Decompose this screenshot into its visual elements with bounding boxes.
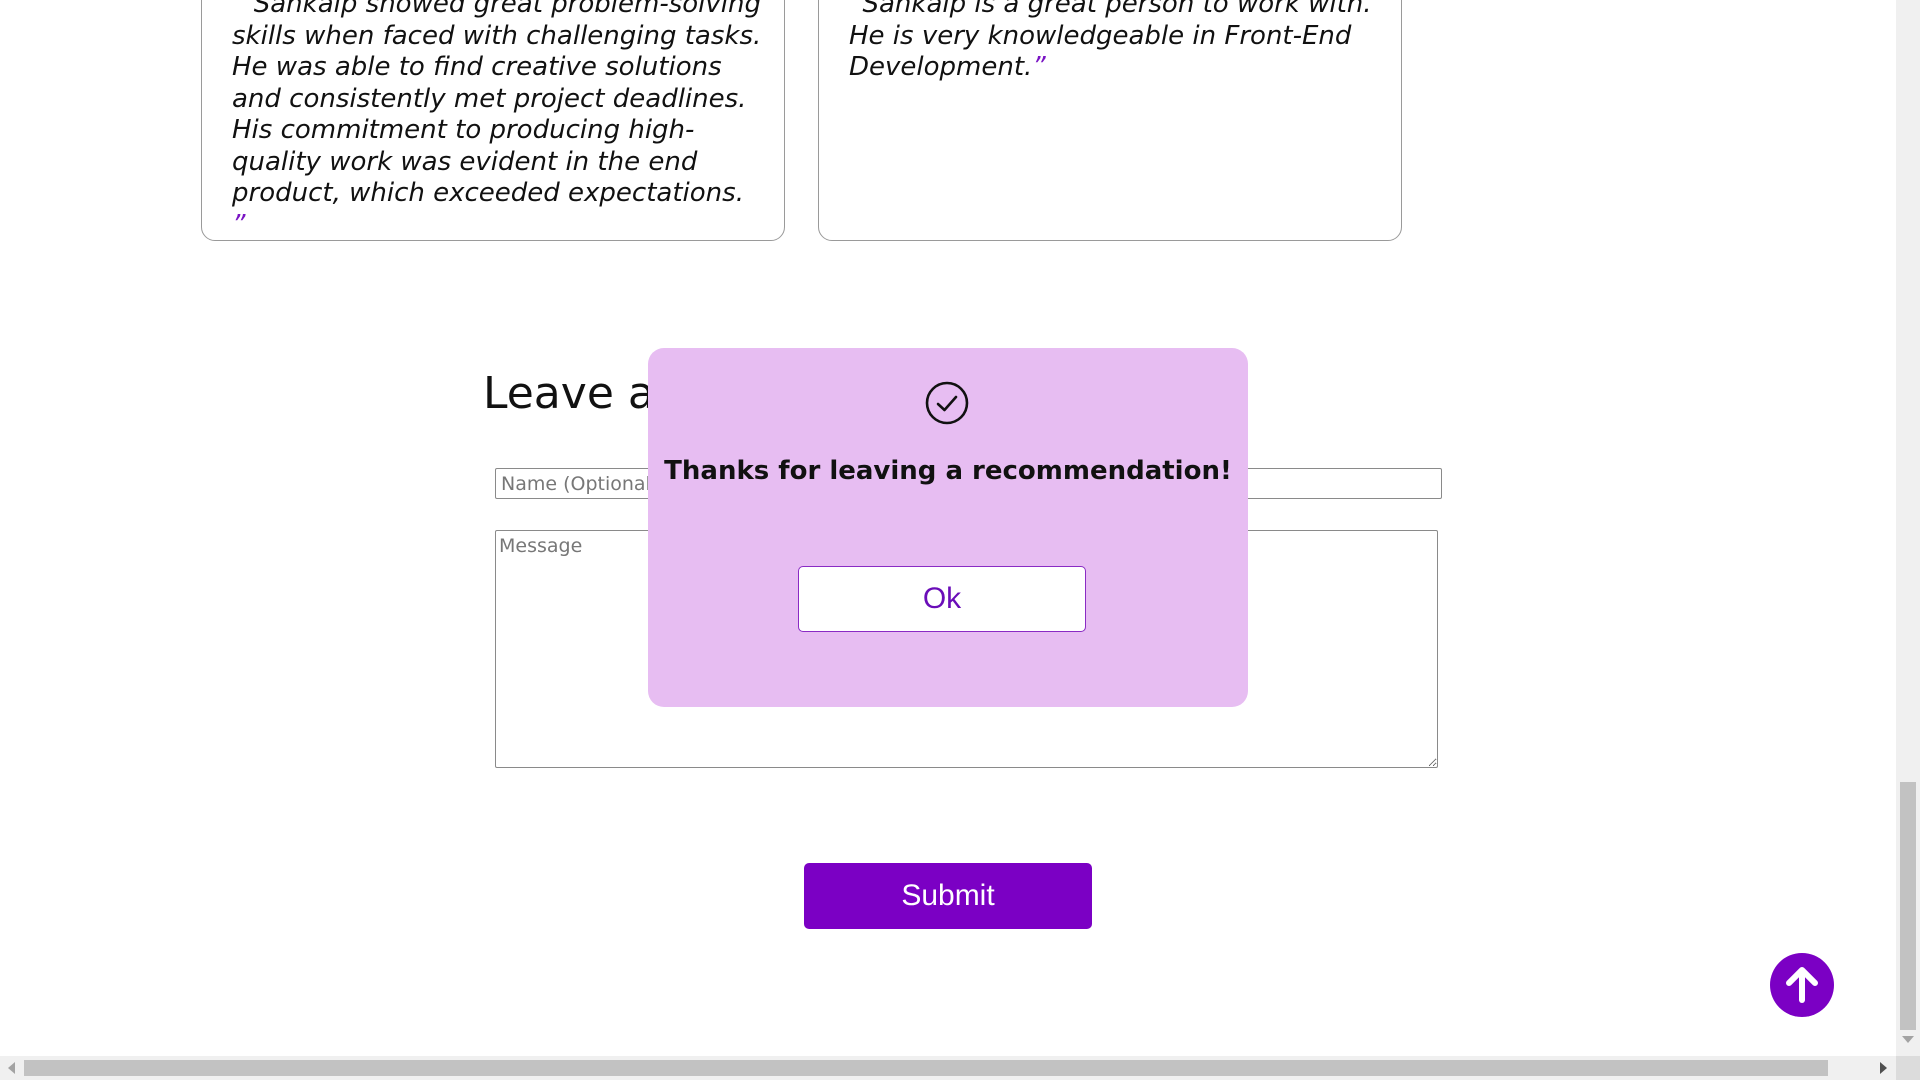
recommendation-card: ”Sankalp is a great person to work with.… (818, 0, 1402, 241)
recommendation-text: ” Sankalp showed great problem-solving s… (232, 0, 762, 241)
page: ” Sankalp showed great problem-solving s… (0, 0, 1896, 1056)
recommendation-body: Sankalp showed great problem-solving ski… (232, 0, 762, 208)
recommendation-card: ” Sankalp showed great problem-solving s… (201, 0, 785, 241)
scroll-right-arrow-icon[interactable] (1880, 1062, 1887, 1074)
arrow-up-icon (1786, 967, 1818, 1003)
modal-message: Thanks for leaving a recommendation! (664, 456, 1232, 486)
close-quote: ” (232, 209, 246, 240)
scrollbar-corner (1896, 1056, 1920, 1080)
form-heading: Leave a (483, 368, 655, 419)
submit-button[interactable]: Submit (804, 863, 1092, 929)
ok-button[interactable]: Ok (798, 566, 1086, 632)
open-quote: ” (232, 0, 246, 19)
vertical-scrollbar[interactable] (1896, 0, 1920, 1056)
vertical-scrollbar-thumb[interactable] (1900, 782, 1916, 1030)
close-quote: ” (1032, 52, 1046, 82)
scroll-left-arrow-icon[interactable] (8, 1062, 15, 1074)
scroll-to-top-button[interactable] (1770, 953, 1834, 1017)
confirmation-modal: Thanks for leaving a recommendation! Ok (648, 348, 1248, 707)
recommendation-text: ”Sankalp is a great person to work with.… (849, 0, 1379, 84)
horizontal-scrollbar[interactable] (0, 1056, 1896, 1080)
scroll-down-arrow-icon[interactable] (1902, 1036, 1914, 1043)
open-quote: ” (849, 0, 863, 19)
horizontal-scrollbar-thumb[interactable] (24, 1060, 1828, 1076)
check-circle-icon (925, 381, 969, 425)
recommendation-body: Sankalp is a great person to work with. … (849, 0, 1372, 82)
